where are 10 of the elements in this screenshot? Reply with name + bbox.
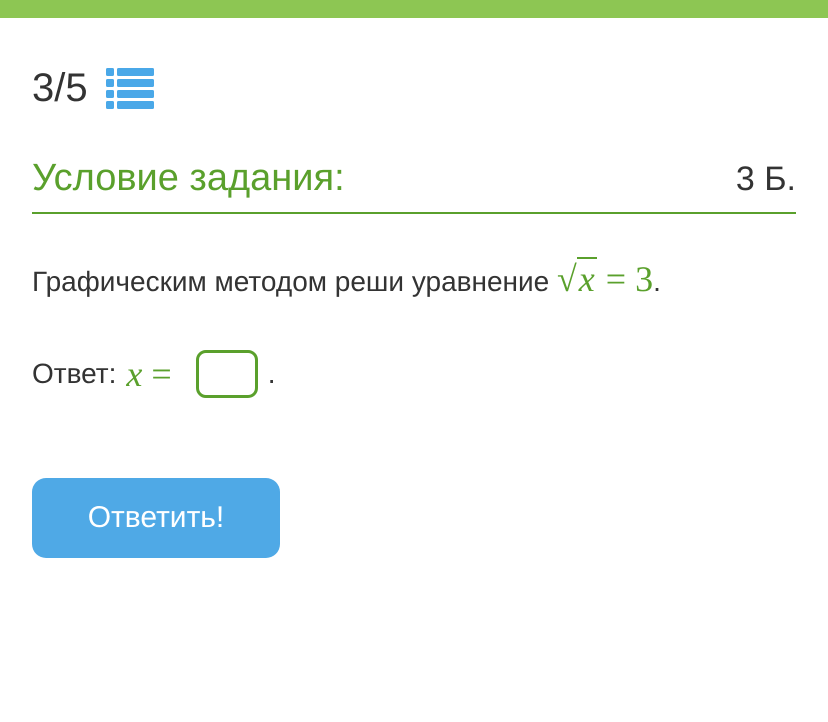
- period: .: [268, 358, 276, 390]
- task-heading: Условие задания:: [32, 157, 345, 200]
- question-text: Графическим методом реши уравнение √x = 3.: [32, 258, 662, 300]
- submit-button[interactable]: Ответить!: [32, 478, 280, 558]
- answer-field[interactable]: [196, 350, 258, 398]
- answer-label: Ответ:: [32, 358, 116, 390]
- question-counter: 3/5: [32, 66, 88, 111]
- list-icon[interactable]: [106, 66, 154, 110]
- answer-equation: x =: [126, 353, 172, 395]
- points-label: 3 Б.: [736, 160, 796, 199]
